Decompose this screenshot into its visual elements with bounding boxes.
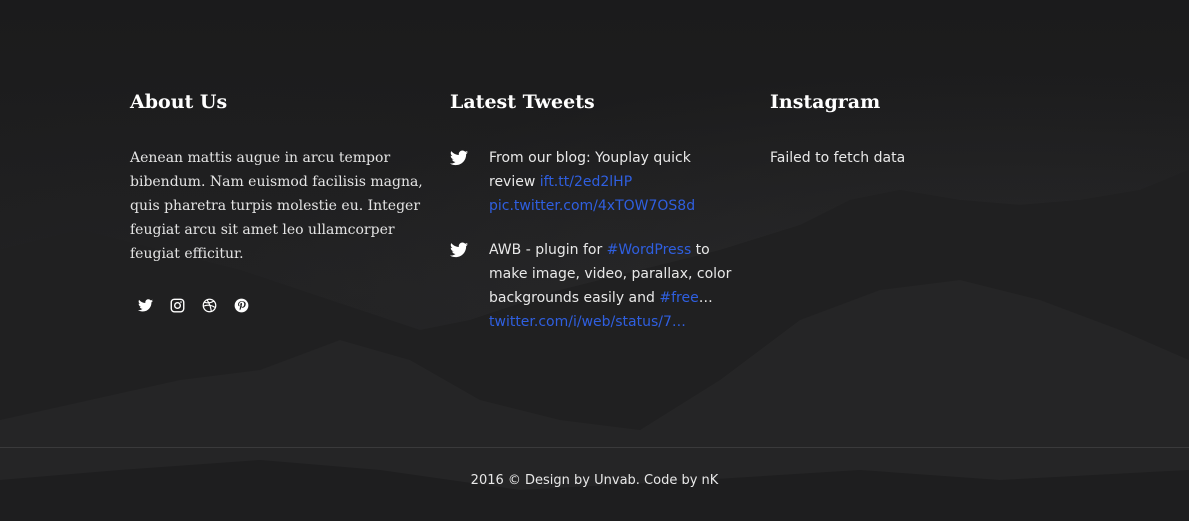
latest-tweets-heading: Latest Tweets bbox=[450, 91, 595, 113]
tweet-link[interactable]: twitter.com/i/web/status/7… bbox=[489, 314, 686, 330]
tweet-text: AWB - plugin for bbox=[489, 242, 607, 258]
tweet-text: … bbox=[698, 290, 713, 306]
instagram-section: Instagram Failed to fetch data bbox=[770, 88, 1070, 170]
dribbble-icon[interactable] bbox=[200, 296, 218, 314]
copyright-text: 2016 © Design by Unvab. Code by nK bbox=[470, 473, 719, 488]
instagram-status-text: Failed to fetch data bbox=[770, 150, 906, 166]
instagram-heading: Instagram bbox=[770, 91, 881, 113]
tweet-list: From our blog: Youplay quick review ift.… bbox=[450, 146, 750, 334]
about-us-section: About Us Aenean mattis augue in arcu tem… bbox=[130, 88, 430, 314]
twitter-icon bbox=[450, 150, 468, 166]
instagram-icon[interactable] bbox=[168, 296, 186, 314]
pinterest-icon[interactable] bbox=[232, 296, 250, 314]
site-footer: About Us Aenean mattis augue in arcu tem… bbox=[0, 0, 1189, 521]
latest-tweets-section: Latest Tweets From our blog: Youplay qui… bbox=[450, 88, 750, 334]
footer-divider bbox=[0, 447, 1189, 448]
social-links bbox=[130, 296, 430, 314]
tweet-hashtag-link[interactable]: #free bbox=[659, 290, 698, 306]
tweet-link[interactable]: ift.tt/2ed2lHP bbox=[540, 174, 632, 190]
about-us-heading: About Us bbox=[130, 91, 228, 113]
about-us-text: Aenean mattis augue in arcu tempor biben… bbox=[130, 150, 423, 262]
tweet-link[interactable]: pic.twitter.com/4xTOW7OS8d bbox=[489, 198, 695, 214]
twitter-icon bbox=[450, 242, 468, 258]
twitter-icon[interactable] bbox=[136, 296, 154, 314]
tweet-item: AWB - plugin for #WordPress to make imag… bbox=[450, 238, 734, 334]
tweet-item: From our blog: Youplay quick review ift.… bbox=[450, 146, 734, 218]
tweet-hashtag-link[interactable]: #WordPress bbox=[607, 242, 692, 258]
